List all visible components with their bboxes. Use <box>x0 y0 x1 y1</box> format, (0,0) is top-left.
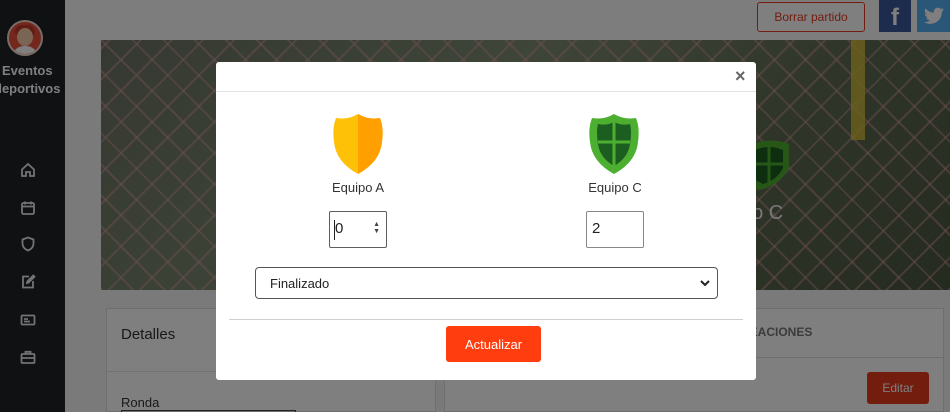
match-status-value: Finalizado <box>270 276 330 291</box>
modal-header-divider <box>216 91 756 92</box>
modal-footer-divider <box>229 319 743 320</box>
home-score-value: 0 <box>335 220 344 237</box>
app-root: Eventos deportivos Borrar partido f <box>0 0 950 412</box>
close-icon[interactable]: × <box>735 66 751 86</box>
away-team-name: Equipo C <box>588 180 642 195</box>
away-team-crest-icon <box>589 114 639 174</box>
match-status-select[interactable]: Finalizado <box>255 267 718 299</box>
home-score-input[interactable]: 0 ▲ ▼ <box>329 211 387 248</box>
update-score-modal: × Equipo A 0 ▲ ▼ Equipo C 2 Finalizado A… <box>216 62 756 380</box>
stepper-icon[interactable]: ▲ ▼ <box>373 221 380 235</box>
home-team-name: Equipo A <box>331 180 385 195</box>
chevron-down-icon <box>700 280 710 287</box>
away-score-value: 2 <box>592 220 601 237</box>
home-team-crest-icon <box>333 114 383 174</box>
update-button[interactable]: Actualizar <box>446 326 541 362</box>
away-score-input[interactable]: 2 <box>586 211 644 248</box>
